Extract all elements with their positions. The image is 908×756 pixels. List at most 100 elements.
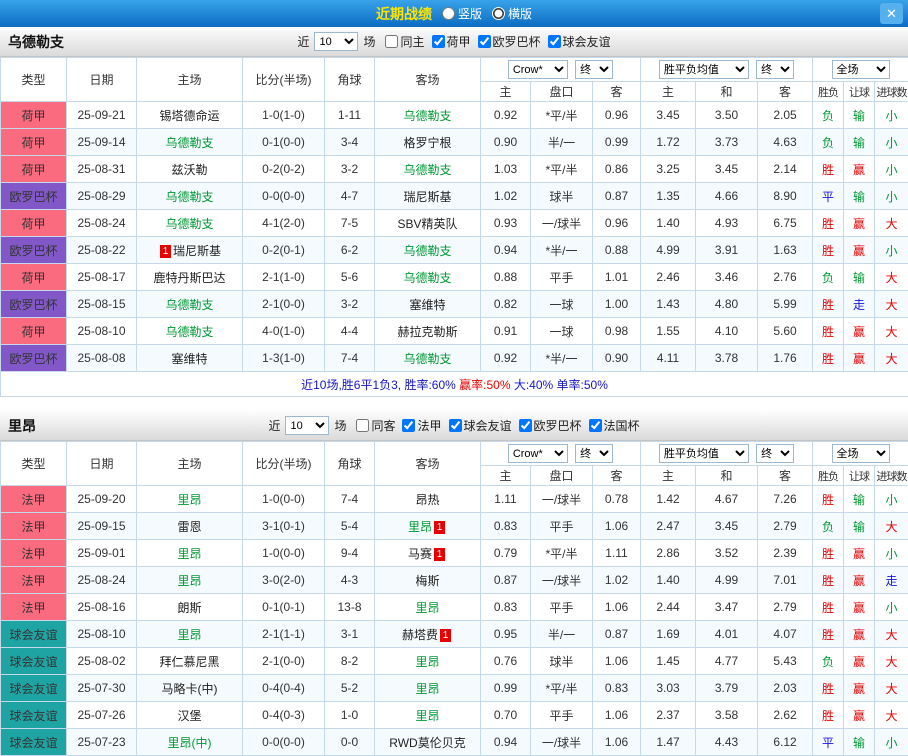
checkbox-input[interactable] [402, 419, 415, 432]
result-goals: 大 [875, 291, 908, 318]
layout-option-vertical[interactable]: 竖版 [442, 5, 482, 22]
avg-select[interactable]: 胜平负均值 [659, 60, 749, 79]
scope-select[interactable]: 全场 [832, 444, 890, 463]
filter-checkbox[interactable]: 球会友谊 [449, 417, 512, 434]
horizontal-radio[interactable] [492, 7, 505, 20]
filter-checkbox[interactable]: 球会友谊 [548, 33, 611, 50]
scope-select[interactable]: 全场 [832, 60, 890, 79]
odds-home: 0.95 [481, 621, 531, 648]
odds-final-select[interactable]: 终 [575, 444, 613, 463]
avg-home: 1.47 [641, 729, 696, 756]
section-utrecht: 乌德勒支 近 10 场 同主荷甲欧罗巴杯球会友谊 类型 日期 主场 比分(半场)… [0, 27, 908, 397]
matches-table: 类型 日期 主场 比分(半场) 角球 客场 Crow* 终 胜平负均值 终 全场 [0, 441, 908, 756]
result-handicap: 赢 [844, 237, 875, 264]
team-label: RWD莫伦贝克 [389, 736, 465, 750]
near-label: 近 [268, 417, 280, 434]
league-badge: 球会友谊 [1, 702, 67, 729]
vertical-radio[interactable] [442, 7, 455, 20]
checkbox-input[interactable] [432, 35, 445, 48]
team-label: 乌德勒支 [403, 271, 451, 285]
checkbox-input[interactable] [449, 419, 462, 432]
handicap: 平手 [531, 702, 593, 729]
subcol-odds-home: 主 [481, 82, 531, 102]
result-wdl: 胜 [813, 156, 844, 183]
bookmaker-select[interactable]: Crow* [508, 60, 568, 79]
odds-away: 0.90 [593, 345, 641, 372]
match-count-select[interactable]: 10 [314, 32, 358, 51]
avg-select[interactable]: 胜平负均值 [659, 444, 749, 463]
team-label: 里昂 [177, 574, 201, 588]
layout-option-horizontal[interactable]: 横版 [492, 5, 532, 22]
match-row: 球会友谊25-07-30马略卡(中)0-4(0-4)5-2里昂0.99*平/半0… [1, 675, 908, 702]
team-label: 里昂 [177, 493, 201, 507]
avg-draw: 3.79 [696, 675, 758, 702]
avg-home: 2.37 [641, 702, 696, 729]
corner-count: 3-4 [325, 129, 375, 156]
filter-checkbox[interactable]: 同主 [385, 33, 424, 50]
result-goals: 大 [875, 702, 908, 729]
odds-home: 1.03 [481, 156, 531, 183]
match-count-select[interactable]: 10 [285, 416, 329, 435]
filter-checkbox[interactable]: 欧罗巴杯 [519, 417, 582, 434]
away-team: 梅斯 [375, 567, 481, 594]
avg-draw: 4.10 [696, 318, 758, 345]
result-wdl: 胜 [813, 567, 844, 594]
away-team: 乌德勒支 [375, 237, 481, 264]
team-label: 乌德勒支 [403, 109, 451, 123]
match-row: 法甲25-08-24里昂3-0(2-0)4-3梅斯0.87一/球半1.021.4… [1, 567, 908, 594]
result-handicap: 赢 [844, 702, 875, 729]
filter-checkbox[interactable]: 荷甲 [432, 33, 471, 50]
col-home: 主场 [137, 442, 243, 486]
league-badge: 球会友谊 [1, 675, 67, 702]
match-date: 25-07-23 [67, 729, 137, 756]
odds-home: 0.92 [481, 345, 531, 372]
match-date: 25-09-14 [67, 129, 137, 156]
checkbox-input[interactable] [478, 35, 491, 48]
match-score: 0-4(0-4) [243, 675, 325, 702]
result-handicap: 赢 [844, 594, 875, 621]
match-score: 0-1(0-0) [243, 129, 325, 156]
scope-controls: 全场 [813, 442, 908, 466]
odds-away: 0.87 [593, 621, 641, 648]
summary-row: 近10场,胜6平1负3, 胜率:60% 赢率:50% 大:40% 单率:50% [1, 372, 908, 397]
odds-home: 0.79 [481, 540, 531, 567]
result-wdl: 胜 [813, 318, 844, 345]
avg-final-select[interactable]: 终 [756, 60, 794, 79]
team-label: 里昂 [415, 655, 439, 669]
avg-home: 1.40 [641, 567, 696, 594]
result-handicap: 输 [844, 264, 875, 291]
result-handicap: 赢 [844, 156, 875, 183]
bookmaker-select[interactable]: Crow* [508, 444, 568, 463]
match-date: 25-07-30 [67, 675, 137, 702]
corner-count: 4-7 [325, 183, 375, 210]
checkbox-input[interactable] [519, 419, 532, 432]
avg-draw: 4.99 [696, 567, 758, 594]
corner-count: 3-1 [325, 621, 375, 648]
checkbox-input[interactable] [385, 35, 398, 48]
avg-away: 4.63 [758, 129, 813, 156]
result-wdl: 负 [813, 264, 844, 291]
checkbox-input[interactable] [548, 35, 561, 48]
avg-final-select[interactable]: 终 [756, 444, 794, 463]
match-row: 荷甲25-08-17鹿特丹斯巴达2-1(1-0)5-6乌德勒支0.88平手1.0… [1, 264, 908, 291]
filters: 近 10 场 同客法甲球会友谊欧罗巴杯法国杯 [268, 416, 639, 435]
checkbox-input[interactable] [589, 419, 602, 432]
filter-checkbox[interactable]: 欧罗巴杯 [478, 33, 541, 50]
close-button[interactable]: ✕ [880, 3, 903, 24]
filter-checkbox[interactable]: 法甲 [402, 417, 441, 434]
avg-draw: 4.67 [696, 486, 758, 513]
team-label: 里昂 [177, 628, 201, 642]
odds-home: 0.83 [481, 513, 531, 540]
odds-final-select[interactable]: 终 [575, 60, 613, 79]
team-name: 乌德勒支 [8, 32, 64, 52]
away-team: RWD莫伦贝克 [375, 729, 481, 756]
red-card-badge: 1 [434, 521, 445, 534]
avg-away: 5.99 [758, 291, 813, 318]
checkbox-input[interactable] [356, 419, 369, 432]
league-badge: 法甲 [1, 486, 67, 513]
league-badge: 球会友谊 [1, 648, 67, 675]
result-handicap: 输 [844, 183, 875, 210]
filter-checkbox[interactable]: 同客 [356, 417, 395, 434]
avg-away: 2.03 [758, 675, 813, 702]
filter-checkbox[interactable]: 法国杯 [589, 417, 640, 434]
